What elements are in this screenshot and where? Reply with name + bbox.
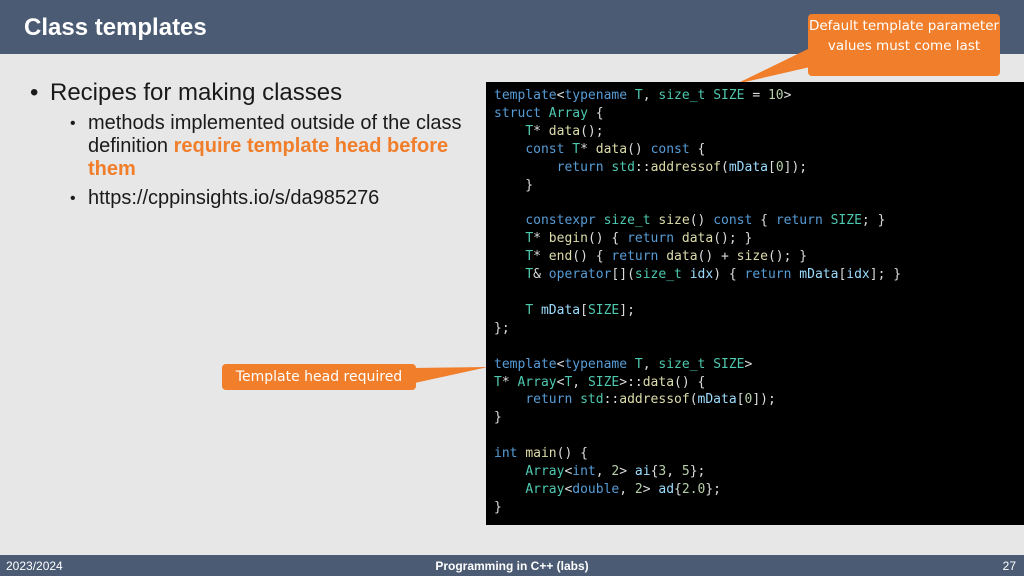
footer-course-title: Programming in C++ (labs) bbox=[435, 559, 589, 573]
code-line: int main() { bbox=[494, 446, 588, 462]
code-line: const T* data() const { bbox=[525, 141, 706, 157]
code-line: } bbox=[525, 177, 534, 193]
code-line: T* end() { return data() + size(); } bbox=[525, 249, 808, 265]
code-line: return std::addressof(mData[0]); bbox=[556, 159, 808, 175]
code-line: } bbox=[494, 499, 502, 515]
callout-template-head-required: Template head required bbox=[222, 364, 416, 390]
slide-footer: 2023/2024 Programming in C++ (labs) 27 bbox=[0, 555, 1024, 576]
code-line: T* data(); bbox=[525, 123, 604, 139]
code-line: Array<int, 2> ai{3, 5}; bbox=[525, 464, 706, 480]
code-line: struct Array { bbox=[494, 105, 604, 121]
code-line: template<typename T, size_t SIZE> bbox=[494, 356, 753, 372]
code-line: return std::addressof(mData[0]); bbox=[525, 392, 776, 408]
code-line: T mData[SIZE]; bbox=[525, 302, 635, 318]
code-line: }; bbox=[494, 320, 510, 336]
code-line: T* begin() { return data(); } bbox=[525, 231, 753, 247]
footer-page-number: 27 bbox=[1002, 559, 1016, 573]
code-line: } bbox=[494, 410, 502, 426]
code-line: template<typename T, size_t SIZE = 10> bbox=[494, 88, 792, 103]
code-line: Array<double, 2> ad{2.0}; bbox=[525, 481, 722, 497]
code-line: constexpr size_t size() const { return S… bbox=[525, 213, 886, 229]
callout-middle-pointer bbox=[410, 367, 488, 384]
code-line: T& operator[](size_t idx) { return mData… bbox=[525, 267, 902, 283]
callout-default-template-params: Default template parameter values must c… bbox=[808, 14, 1000, 76]
code-line: T* Array<T, SIZE>::data() { bbox=[494, 374, 706, 390]
code-block: template<typename T, size_t SIZE = 10> s… bbox=[486, 82, 1024, 525]
